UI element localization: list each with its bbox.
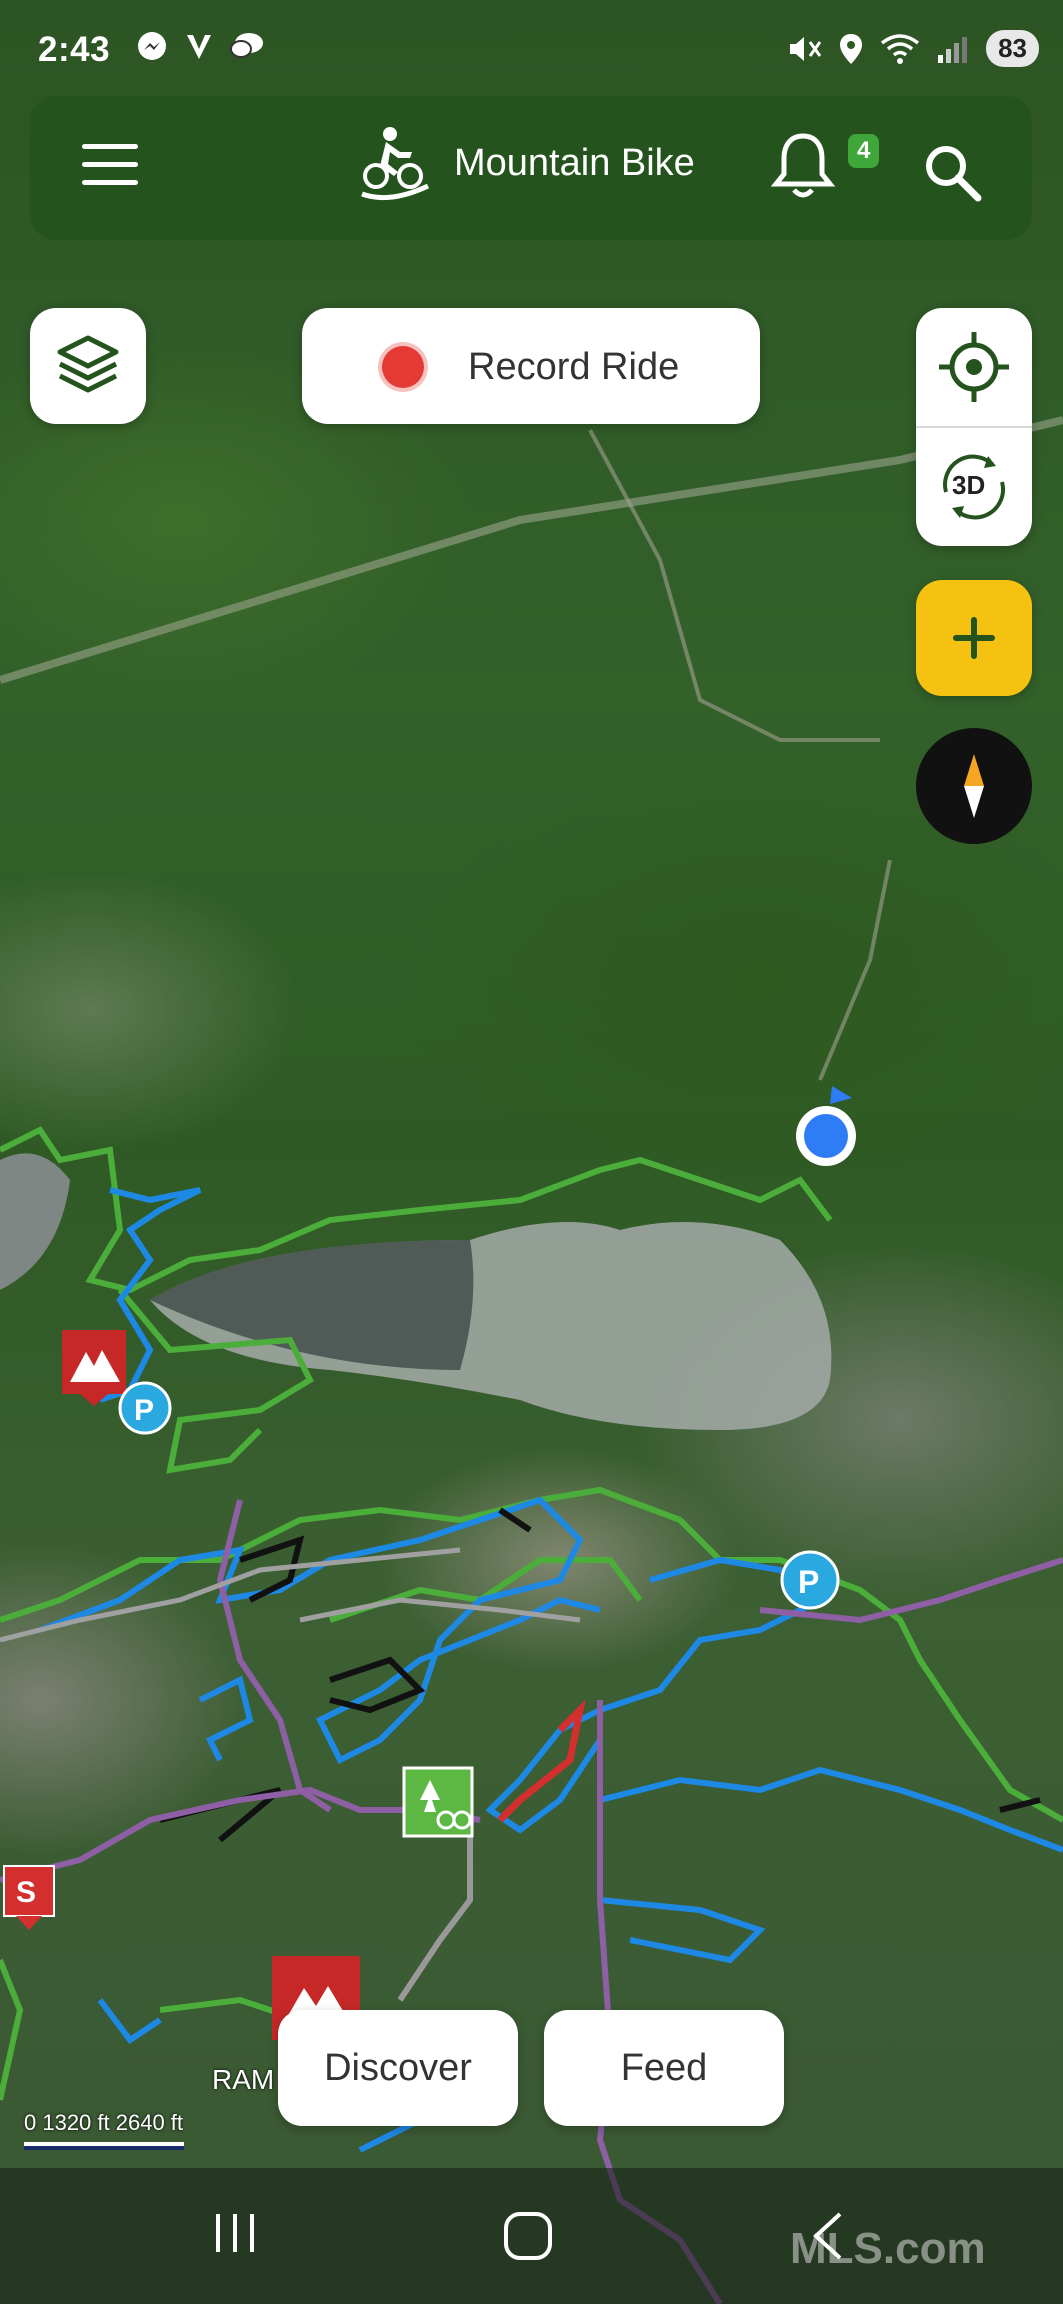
- app-header: Mountain Bike 4: [30, 96, 1032, 240]
- status-time: 2:43: [38, 30, 111, 69]
- home-icon[interactable]: [500, 2208, 556, 2264]
- 3d-toggle-button[interactable]: 3D: [916, 428, 1032, 546]
- trail-intermediate: [38, 1496, 601, 1765]
- road-line: [588, 429, 880, 742]
- parking-label: P: [798, 1564, 819, 1600]
- user-location-dot: [804, 1114, 848, 1158]
- menu-icon-line: [82, 180, 138, 185]
- 3d-label: 3D: [952, 470, 986, 500]
- trail-intermediate: [599, 1766, 1063, 1853]
- trail-intermediate: [599, 1897, 766, 1964]
- compass-icon: [964, 754, 984, 818]
- map-view-controls: 3D: [916, 308, 1032, 546]
- discover-button[interactable]: Discover: [278, 2010, 518, 2126]
- heading-arrow: [830, 1086, 852, 1104]
- locate-me-button[interactable]: [916, 308, 1032, 426]
- menu-button[interactable]: [82, 144, 138, 190]
- pond: [0, 1153, 70, 1290]
- layers-button[interactable]: [30, 308, 146, 424]
- scale-labels: 0 1320 ft 2640 ft: [24, 2110, 184, 2135]
- place-label: RAM: [212, 2064, 275, 2095]
- trail-extreme: [497, 1699, 586, 1823]
- mountain-bike-icon: [361, 127, 430, 201]
- system-icons: 83: [786, 30, 1039, 67]
- system-navigation-bar: MLS.com: [0, 2168, 1063, 2304]
- mute-icon: [790, 36, 822, 61]
- layers-icon: [57, 335, 119, 393]
- app-title: Mountain Bike: [454, 142, 695, 184]
- wifi-icon: [881, 33, 920, 64]
- plus-icon: [953, 617, 995, 659]
- trail-intermediate: [198, 1675, 254, 1762]
- watermark: MLS.com: [790, 2224, 986, 2273]
- segment-marker-label: S: [16, 1876, 36, 1909]
- notification-icons: [135, 30, 265, 64]
- feed-button[interactable]: Feed: [544, 2010, 784, 2126]
- highway-line: [0, 416, 1063, 684]
- messenger-icon: [138, 32, 166, 60]
- notification-badge: 4: [848, 134, 880, 168]
- location-icon: [840, 33, 863, 64]
- map-scale-bar: 0 1320 ft 2640 ft: [24, 2108, 254, 2154]
- road-line: [818, 859, 892, 1081]
- add-button[interactable]: [916, 580, 1032, 696]
- record-ride-button[interactable]: Record Ride: [302, 308, 760, 424]
- bell-icon[interactable]: [768, 130, 838, 204]
- scale-line-shadow: [24, 2146, 184, 2150]
- record-ride-label: Record Ride: [468, 346, 680, 388]
- battery-indicator: 83: [986, 30, 1039, 67]
- signal-icon: [938, 36, 968, 63]
- menu-icon-line: [82, 162, 138, 167]
- record-icon: [382, 346, 424, 388]
- compass-button[interactable]: [916, 728, 1032, 844]
- search-icon[interactable]: [918, 138, 988, 208]
- menu-icon-line: [82, 144, 138, 149]
- trail-center-marker[interactable]: [402, 1766, 474, 1838]
- trail-easy: [0, 1958, 24, 2101]
- trail-easy: [0, 1486, 1063, 1823]
- crosshair-icon: [939, 332, 1009, 402]
- v-icon: [187, 35, 211, 59]
- recent-apps-icon[interactable]: [210, 2208, 260, 2258]
- parking-label: P: [134, 1394, 154, 1427]
- status-bar: 2:43 83: [0, 0, 1063, 92]
- chat-icon: [230, 33, 263, 58]
